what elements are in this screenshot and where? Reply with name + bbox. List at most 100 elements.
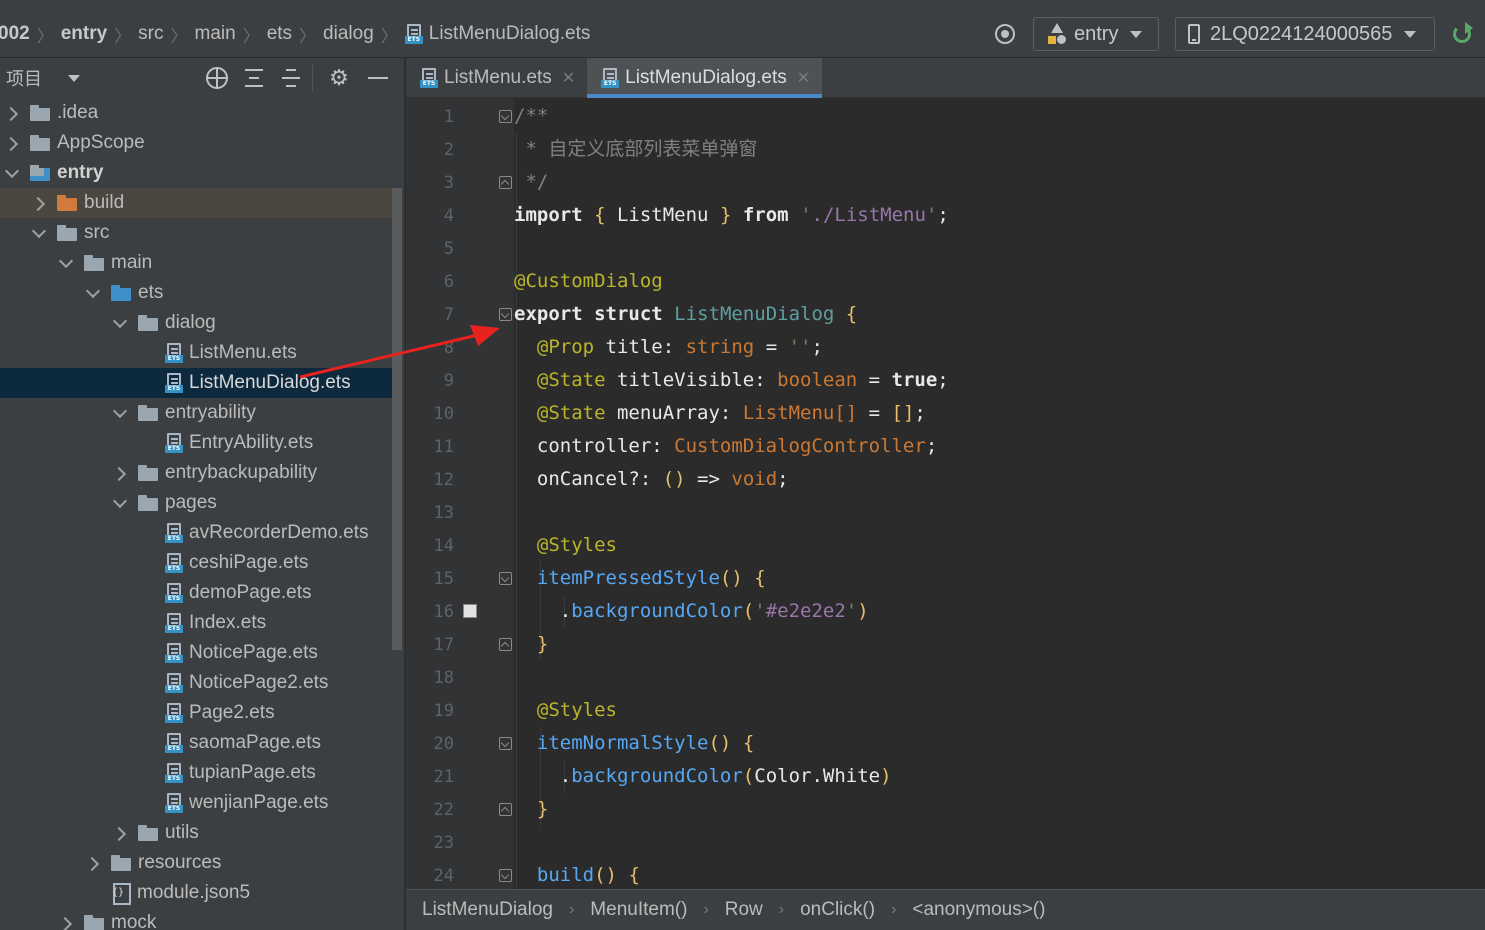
fold-marker-icon[interactable] (499, 803, 512, 816)
breadcrumb-entry[interactable]: entry (57, 23, 111, 45)
chevron-right-icon[interactable] (31, 196, 45, 210)
chevron-down-icon[interactable] (85, 286, 99, 300)
structure-breadcrumb-item[interactable]: onClick() (800, 899, 875, 921)
breadcrumb-separator: 〉 (299, 26, 317, 46)
chevron-down-icon[interactable] (112, 316, 126, 330)
tree-item-label: NoticePage2.ets (189, 672, 329, 693)
rerun-icon[interactable] (1451, 22, 1475, 46)
breadcrumb-file[interactable]: ETS ListMenuDialog.ets (401, 23, 595, 45)
fold-marker-icon[interactable] (499, 308, 512, 321)
code-line: * 自定义底部列表菜单弹窗 (514, 133, 757, 166)
tree-item[interactable]: AppScope (0, 128, 392, 158)
code-area[interactable]: /** * 自定义底部列表菜单弹窗 */ import { ListMenu } … (514, 98, 1485, 890)
chevron-right-icon[interactable] (4, 136, 18, 150)
chevron-right-icon[interactable] (58, 916, 72, 930)
tree-item[interactable]: entrybackupability (0, 458, 392, 488)
project-panel-title[interactable]: 项目 (6, 65, 42, 91)
breadcrumb-ets[interactable]: ets (263, 23, 296, 45)
breadcrumb-src[interactable]: src (134, 23, 167, 45)
tree-item[interactable]: ETS ListMenuDialog.ets (0, 368, 392, 398)
code-token: void (731, 468, 778, 490)
fold-marker-icon[interactable] (499, 572, 512, 585)
chevron-down-icon[interactable] (58, 256, 72, 270)
structure-breadcrumb-item[interactable]: <anonymous>() (912, 899, 1045, 921)
tree-item[interactable]: .idea (0, 98, 392, 128)
expand-all-icon[interactable] (243, 67, 265, 89)
tree-item[interactable]: ETS ceshiPage.ets (0, 548, 392, 578)
structure-breadcrumb-item[interactable]: ListMenuDialog (422, 899, 553, 921)
close-icon[interactable]: ✕ (797, 68, 810, 88)
device-selector[interactable]: 2LQ0224124000565 (1175, 17, 1435, 51)
chevron-down-icon[interactable] (4, 166, 18, 180)
tree-item[interactable]: utils (0, 818, 392, 848)
project-panel-header: 项目 ⚙ (0, 58, 405, 98)
tree-item[interactable]: ETS NoticePage.ets (0, 638, 392, 668)
code-token: = (857, 402, 892, 424)
tree-item[interactable]: ets (0, 278, 392, 308)
breadcrumb-main[interactable]: main (191, 23, 240, 45)
breadcrumb-separator: › (778, 901, 785, 918)
chevron-right-icon[interactable] (112, 466, 126, 480)
tab-listmenudialog[interactable]: ETS ListMenuDialog.ets ✕ (587, 58, 823, 98)
code-token: () (708, 732, 732, 754)
tree-item[interactable]: main (0, 248, 392, 278)
scrollbar[interactable] (392, 188, 402, 650)
tree-item[interactable]: ETS avRecorderDemo.ets (0, 518, 392, 548)
chevron-down-icon (1130, 30, 1143, 38)
color-swatch-icon[interactable] (463, 604, 477, 618)
tree-item[interactable]: src (0, 218, 392, 248)
tree-item[interactable]: mock (0, 908, 392, 930)
chevron-right-icon[interactable] (112, 826, 126, 840)
hide-panel-icon[interactable] (366, 66, 390, 90)
tab-listmenu[interactable]: ETS ListMenu.ets ✕ (406, 58, 587, 98)
tree-item[interactable]: pages (0, 488, 392, 518)
tree-item[interactable]: ETS tupianPage.ets (0, 758, 392, 788)
tree-item[interactable]: ETS EntryAbility.ets (0, 428, 392, 458)
chevron-right-icon[interactable] (4, 106, 18, 120)
code-token: () (662, 468, 686, 490)
fold-marker-icon[interactable] (499, 737, 512, 750)
tree-item[interactable]: ETS Index.ets (0, 608, 392, 638)
tree-item[interactable]: ETS demoPage.ets (0, 578, 392, 608)
fold-marker-icon[interactable] (499, 638, 512, 651)
breadcrumb-dialog[interactable]: dialog (319, 23, 378, 45)
module-selector[interactable]: entry (1033, 17, 1159, 51)
code-token: ' (925, 204, 938, 226)
tree-item[interactable]: ETS NoticePage2.ets (0, 668, 392, 698)
structure-breadcrumb-item[interactable]: Row (725, 899, 763, 921)
chevron-down-icon[interactable] (112, 496, 126, 510)
fold-marker-icon[interactable] (499, 869, 512, 882)
tree-item[interactable]: ETS saomaPage.ets (0, 728, 392, 758)
chevron-down-icon[interactable] (68, 74, 80, 82)
target-icon[interactable] (995, 24, 1015, 44)
tree-item[interactable]: ETS wenjianPage.ets (0, 788, 392, 818)
tree-item[interactable]: build (0, 188, 392, 218)
tree-item[interactable]: ETS Page2.ets (0, 698, 392, 728)
ets-file-icon: ETS (165, 733, 183, 753)
chevron-down-icon[interactable] (112, 406, 126, 420)
code-token: @State (536, 402, 606, 424)
fold-marker-icon[interactable] (499, 110, 512, 123)
tree-item-label: EntryAbility.ets (189, 432, 314, 453)
fold-marker-icon[interactable] (499, 176, 512, 189)
tree-item[interactable]: dialog (0, 308, 392, 338)
collapse-all-icon[interactable] (280, 67, 302, 89)
chevron-down-icon[interactable] (31, 226, 45, 240)
close-icon[interactable]: ✕ (562, 68, 575, 88)
gear-icon[interactable]: ⚙ (327, 66, 351, 90)
breadcrumb-project[interactable]: 002 (0, 23, 34, 45)
tree-item[interactable]: module.json5 (0, 878, 392, 908)
line-number-gutter[interactable]: 1 2 3 4 5 6 7 8 9 10 11 12 13 14 15 16 17 18 19 20 21 22 23 24 (406, 98, 514, 890)
code-token: import (514, 204, 583, 226)
tree-item[interactable]: resources (0, 848, 392, 878)
chevron-right-icon[interactable] (85, 856, 99, 870)
tree-item[interactable]: entry (0, 158, 392, 188)
locate-file-icon[interactable] (206, 67, 228, 89)
ets-file-icon: ETS (404, 23, 423, 44)
tree-item[interactable]: ETS ListMenu.ets (0, 338, 392, 368)
structure-breadcrumb-item[interactable]: MenuItem() (590, 899, 687, 921)
tree-item[interactable]: entryability (0, 398, 392, 428)
